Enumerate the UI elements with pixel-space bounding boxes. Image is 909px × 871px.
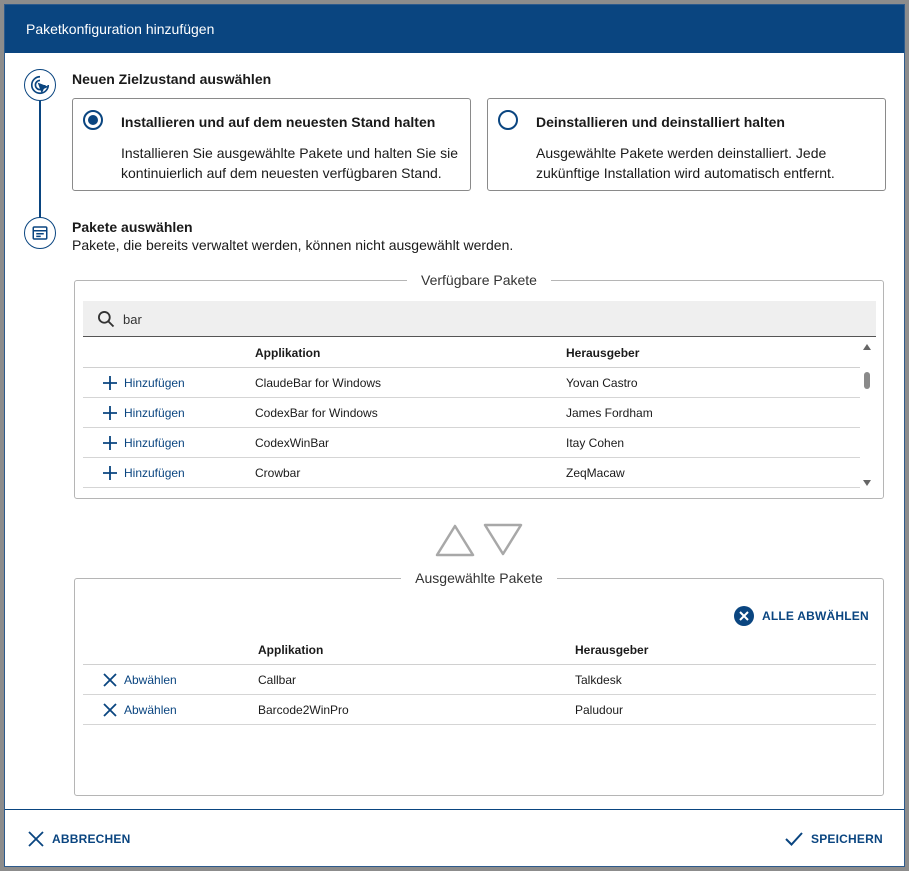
add-label: Hinzufügen (124, 466, 185, 480)
option-install-radio[interactable] (83, 110, 103, 130)
deselect-button[interactable]: Abwählen (103, 665, 177, 695)
row-publisher: Paludour (575, 703, 624, 717)
table-row: Hinzufügen CodexBar for Windows James Fo… (83, 398, 860, 428)
save-label: SPEICHERN (811, 832, 883, 846)
scroll-up-icon (863, 344, 871, 350)
row-application: Crowbar (255, 466, 301, 480)
table-row: Hinzufügen ClaudeBar for Windows Yovan C… (83, 368, 860, 398)
deselect-button[interactable]: Abwählen (103, 695, 177, 725)
close-icon (28, 831, 44, 847)
option-install-description: Installieren Sie ausgewählte Pakete und … (121, 145, 458, 181)
row-application: Barcode2WinPro (258, 703, 349, 717)
list-window-icon (24, 217, 56, 249)
plus-icon (103, 376, 117, 390)
deselect-label: Abwählen (124, 703, 177, 717)
option-uninstall-description: Ausgewählte Pakete werden deinstalliert.… (536, 145, 835, 181)
add-button[interactable]: Hinzufügen (103, 428, 185, 458)
target-cursor-icon (24, 69, 56, 101)
available-table-header: Applikation Herausgeber (83, 338, 860, 368)
close-icon (103, 703, 117, 717)
column-application: Applikation (258, 643, 324, 657)
plus-icon (103, 406, 117, 420)
close-icon (103, 673, 117, 687)
row-application: CodexBar for Windows (255, 406, 378, 420)
cancel-button[interactable]: ABBRECHEN (28, 831, 130, 847)
dialog-title: Paketkonfiguration hinzufügen (5, 5, 904, 53)
plus-icon (103, 466, 117, 480)
option-uninstall-card[interactable]: Deinstallieren und deinstalliert halten … (487, 98, 886, 191)
add-package-config-dialog: Paketkonfiguration hinzufügen Neuen Ziel… (4, 4, 905, 867)
row-publisher: James Fordham (566, 406, 653, 420)
arrow-up-icon[interactable] (435, 523, 475, 562)
check-icon (785, 832, 803, 846)
close-circle-icon (734, 606, 754, 626)
table-row: Hinzufügen CodexWinBar Itay Cohen (83, 428, 860, 458)
row-publisher: Talkdesk (575, 673, 622, 687)
footer-divider (5, 809, 904, 810)
deselect-label: Abwählen (124, 673, 177, 687)
search-input[interactable] (123, 309, 623, 329)
option-uninstall-title: Deinstallieren und deinstalliert halten (536, 114, 785, 130)
package-search (83, 301, 876, 337)
add-button[interactable]: Hinzufügen (103, 398, 185, 428)
selected-packages-legend: Ausgewählte Pakete (415, 570, 543, 586)
save-button[interactable]: SPEICHERN (785, 831, 883, 847)
row-application: Callbar (258, 673, 297, 687)
arrow-down-icon[interactable] (483, 523, 523, 562)
step1-title: Neuen Zielzustand auswählen (72, 71, 272, 87)
column-publisher: Herausgeber (566, 346, 640, 360)
add-label: Hinzufügen (124, 376, 185, 390)
option-install-title: Installieren und auf dem neuesten Stand … (121, 114, 436, 130)
table-row: Abwählen Callbar Talkdesk (83, 665, 876, 695)
table-row: Hinzufügen Crowbar ZeqMacaw (83, 458, 860, 488)
cancel-label: ABBRECHEN (52, 832, 131, 846)
plus-icon (103, 436, 117, 450)
search-icon (96, 309, 116, 334)
step2-title: Pakete auswählen (72, 219, 193, 235)
available-packages-legend: Verfügbare Pakete (421, 272, 537, 288)
scroll-down-icon (863, 480, 871, 486)
option-install-card[interactable]: Installieren und auf dem neuesten Stand … (72, 98, 471, 191)
available-scrollbar[interactable] (862, 340, 872, 490)
column-publisher: Herausgeber (575, 643, 649, 657)
row-publisher: Yovan Castro (566, 376, 638, 390)
add-button[interactable]: Hinzufügen (103, 368, 185, 398)
add-label: Hinzufügen (124, 436, 185, 450)
add-button[interactable]: Hinzufügen (103, 458, 185, 488)
scroll-thumb (864, 372, 870, 389)
selected-table-header: Applikation Herausgeber (83, 635, 876, 665)
move-arrows (435, 523, 523, 562)
column-application: Applikation (255, 346, 321, 360)
table-row: Abwählen Barcode2WinPro Paludour (83, 695, 876, 725)
row-application: ClaudeBar for Windows (255, 376, 382, 390)
add-label: Hinzufügen (124, 406, 185, 420)
option-uninstall-radio[interactable] (498, 110, 518, 130)
deselect-all-label: ALLE ABWÄHLEN (762, 609, 869, 623)
deselect-all-button[interactable]: ALLE ABWÄHLEN (734, 606, 869, 626)
row-publisher: Itay Cohen (566, 436, 625, 450)
row-application: CodexWinBar (255, 436, 330, 450)
step2-subtitle: Pakete, die bereits verwaltet werden, kö… (72, 237, 514, 253)
row-publisher: ZeqMacaw (566, 466, 625, 480)
stepper-line (39, 101, 41, 219)
